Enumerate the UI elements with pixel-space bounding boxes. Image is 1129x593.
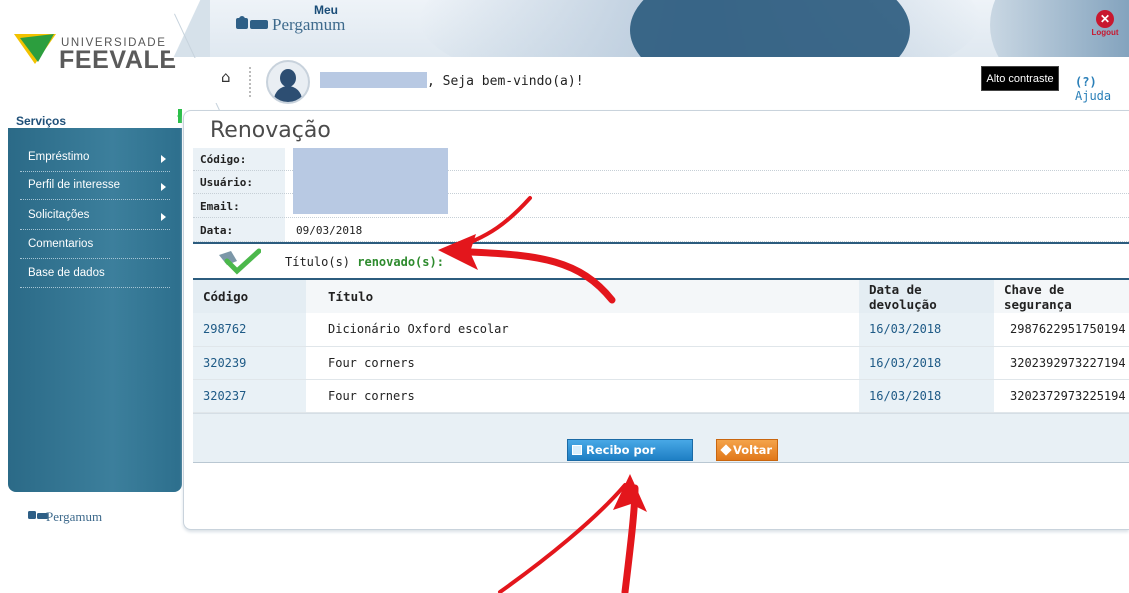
cell-data-devolucao: 16/03/2018 xyxy=(859,313,994,347)
sidebar-item-comentarios[interactable]: Comentarios xyxy=(20,233,170,259)
pergamum-logo-icon xyxy=(236,16,268,29)
help-link[interactable]: (?) Ajuda xyxy=(1075,75,1129,103)
column-header-codigo: Código xyxy=(193,280,306,313)
cell-titulo: Four corners xyxy=(306,346,859,380)
column-header-chave-seguranca: Chave de segurança xyxy=(994,280,1129,313)
annotation-arrow-icon xyxy=(438,196,616,304)
sidebar-item-base-de-dados[interactable]: Base de dados xyxy=(20,262,170,288)
page-title: Renovação xyxy=(210,118,331,143)
sidebar-footer-brand[interactable]: Pergamum xyxy=(28,500,188,540)
sidebar: Empréstimo Perfil de interesse Solicitaç… xyxy=(8,128,182,492)
renewed-check-icon xyxy=(219,248,261,275)
cell-titulo: Four corners xyxy=(306,379,859,413)
chevron-right-icon xyxy=(161,155,166,163)
high-contrast-button[interactable]: Alto contraste xyxy=(981,66,1059,91)
column-header-data-devolucao: Data de devolução xyxy=(859,280,994,313)
logout-icon: ✕ xyxy=(1096,10,1114,28)
table-row: 298762 Dicionário Oxford escolar 16/03/2… xyxy=(193,313,1129,347)
avatar xyxy=(266,60,310,104)
sidebar-item-perfil-de-interesse[interactable]: Perfil de interesse xyxy=(20,174,170,200)
renewed-books-table: Código Título Data de devolução Chave de… xyxy=(193,280,1129,413)
feevale-shield-icon xyxy=(14,34,56,64)
back-button[interactable]: Voltar xyxy=(716,439,778,461)
cell-codigo: 320237 xyxy=(193,379,306,413)
sidebar-title: Serviços xyxy=(16,114,67,128)
sidebar-item-emprestimo[interactable]: Empréstimo xyxy=(20,146,170,172)
redacted-user-details xyxy=(293,148,448,214)
redacted-username xyxy=(320,72,427,88)
cell-data-devolucao: 16/03/2018 xyxy=(859,346,994,380)
welcome-separator xyxy=(249,67,251,97)
feevale-logo[interactable]: UNIVERSIDADE FEEVALE xyxy=(14,24,177,74)
logout-label: Logout xyxy=(1091,28,1119,37)
chevron-right-icon xyxy=(161,183,166,191)
renewal-confirmation: Título(s) renovado(s): xyxy=(193,244,1129,278)
cell-titulo: Dicionário Oxford escolar xyxy=(306,313,859,347)
help-icon: (?) xyxy=(1075,75,1097,89)
back-arrow-icon xyxy=(720,444,732,456)
renewal-message: Título(s) renovado(s): xyxy=(285,255,444,269)
info-row-data: Data: 09/03/2018 xyxy=(193,219,1129,242)
collapse-sidebar-icon[interactable] xyxy=(174,109,182,123)
cell-codigo: 320239 xyxy=(193,346,306,380)
email-receipt-button[interactable]: Recibo por email xyxy=(567,439,693,477)
logo-feevale-text: FEEVALE xyxy=(59,46,177,74)
annotation-arrow-icon xyxy=(498,474,647,593)
cell-chave-seguranca: 3202392973227194 xyxy=(994,346,1129,380)
brand-pergamum-text: Pergamum xyxy=(272,15,346,34)
email-icon xyxy=(572,445,582,455)
logout-button[interactable]: ✕ Logout xyxy=(1088,10,1122,37)
cell-data-devolucao: 16/03/2018 xyxy=(859,379,994,413)
cell-chave-seguranca: 2987622951750194 xyxy=(994,313,1129,347)
date-value: 09/03/2018 xyxy=(296,224,363,237)
home-icon[interactable]: ⌂ xyxy=(221,68,231,86)
pergamum-logo-icon xyxy=(28,511,48,519)
chevron-right-icon xyxy=(161,213,166,221)
cell-codigo: 298762 xyxy=(193,313,306,347)
cell-chave-seguranca: 3202372973225194 xyxy=(994,379,1129,413)
welcome-text: , Seja bem-vindo(a)! xyxy=(427,74,584,89)
sidebar-header: Serviços xyxy=(8,106,182,128)
help-label: Ajuda xyxy=(1075,89,1112,103)
sidebar-item-solicitacoes[interactable]: Solicitações xyxy=(20,204,170,230)
table-row: 320237 Four corners 16/03/2018 320237297… xyxy=(193,379,1129,413)
table-header-row: Código Título Data de devolução Chave de… xyxy=(193,280,1129,313)
table-row: 320239 Four corners 16/03/2018 320239297… xyxy=(193,346,1129,380)
